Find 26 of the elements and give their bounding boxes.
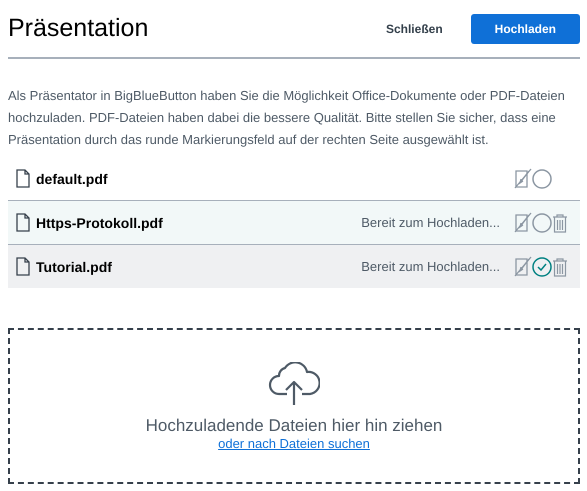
checked-circle-icon[interactable] (532, 256, 552, 276)
file-icon (16, 169, 30, 188)
dropzone[interactable]: Hochzuladende Dateien hier hin ziehen oder nach Dateien suchen (8, 328, 580, 484)
upload-status: Bereit zum Hochladen... (361, 259, 500, 274)
file-row[interactable]: Tutorial.pdf Bereit zum Hochladen... (8, 245, 580, 288)
close-button[interactable]: Schließen (372, 14, 457, 44)
no-download-icon[interactable] (514, 256, 532, 277)
trash-icon[interactable] (552, 256, 568, 276)
no-download-icon[interactable] (514, 168, 532, 189)
file-name: default.pdf (36, 170, 109, 186)
cloud-upload-icon (268, 362, 320, 406)
file-row[interactable]: Https-Protokoll.pdf Bereit zum Hochladen... (8, 201, 580, 245)
radio-circle[interactable] (532, 212, 552, 232)
dialog-title: Präsentation (8, 14, 150, 43)
drop-message: Hochzuladende Dateien hier hin ziehen (146, 416, 442, 436)
browse-files-link[interactable]: oder nach Dateien suchen (218, 436, 370, 450)
upload-button[interactable]: Hochladen (470, 14, 580, 44)
file-icon (16, 213, 30, 232)
upload-status: Bereit zum Hochladen... (361, 215, 500, 230)
trash-icon[interactable] (552, 212, 568, 232)
file-name: Tutorial.pdf (36, 258, 113, 274)
intro-text: Als Präsentator in BigBlueButton haben Sie die Möglichkeit Office-Dokumente oder PDF-Dateien hochzuladen. PDF-Dateien haben dabei die bessere Qualität. Bitte stellen Sie sicher, dass eine Präsentation durch das runde Markierungsfeld auf der rechten Seite ausgewählt ist. (8, 87, 566, 149)
file-icon (16, 257, 30, 276)
file-name: Https-Protokoll.pdf (36, 214, 164, 230)
radio-circle[interactable] (532, 168, 552, 188)
no-download-icon[interactable] (514, 212, 532, 233)
